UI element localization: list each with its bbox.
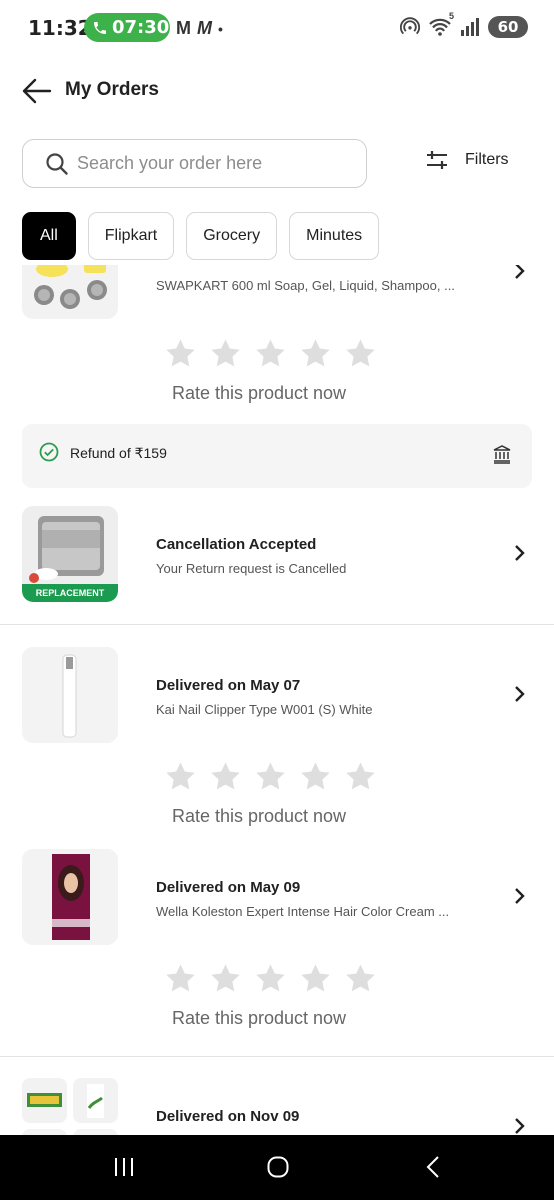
battery-level: 60 <box>497 18 519 36</box>
section-divider <box>0 1056 554 1057</box>
tab-minutes[interactable]: Minutes <box>289 212 380 260</box>
system-icons: 5 60 <box>400 11 528 38</box>
star-icon[interactable] <box>209 760 242 793</box>
star-rating[interactable] <box>164 337 377 370</box>
page-title: My Orders <box>65 79 159 100</box>
wifi-icon: 5 <box>428 11 454 37</box>
star-icon[interactable] <box>209 962 242 995</box>
chevron-right-icon[interactable] <box>512 544 526 562</box>
chevron-right-icon[interactable] <box>512 887 526 905</box>
product-thumbnail: REPLACEMENT <box>22 506 118 602</box>
app-header: My Orders <box>0 66 554 116</box>
order-card[interactable]: Delivered on May 09 Wella Koleston Exper… <box>0 849 554 1034</box>
product-name: SWAPKART 600 ml Soap, Gel, Liquid, Shamp… <box>156 278 455 293</box>
star-rating[interactable] <box>164 760 377 793</box>
order-card[interactable]: Delivered on Nov 09 <box>0 1078 554 1135</box>
status-bar: 11:32 07:30 M M • 5 60 <box>0 0 554 56</box>
tab-all[interactable]: All <box>22 212 76 260</box>
star-icon[interactable] <box>254 760 287 793</box>
rate-product-label[interactable]: Rate this product now <box>0 383 518 404</box>
star-icon[interactable] <box>344 962 377 995</box>
star-icon[interactable] <box>299 337 332 370</box>
star-icon[interactable] <box>254 337 287 370</box>
search-icon <box>46 152 68 175</box>
tab-flipkart[interactable]: Flipkart <box>87 212 175 260</box>
ongoing-call-pill[interactable]: 07:30 <box>84 13 170 42</box>
star-icon[interactable] <box>164 962 197 995</box>
refund-amount: Refund of ₹159 <box>70 445 167 461</box>
recent-apps-icon[interactable] <box>112 1155 136 1179</box>
search-input[interactable] <box>77 153 347 174</box>
chevron-right-icon[interactable] <box>512 265 526 280</box>
order-card[interactable]: SWAPKART 600 ml Soap, Gel, Liquid, Shamp… <box>0 265 554 489</box>
signal-icon <box>461 18 479 36</box>
notification-icons: M M • <box>176 18 223 39</box>
star-icon[interactable] <box>164 760 197 793</box>
star-icon[interactable] <box>254 962 287 995</box>
replacement-badge: REPLACEMENT <box>22 584 118 602</box>
star-rating[interactable] <box>164 962 377 995</box>
refund-status-box[interactable]: Refund of ₹159 <box>22 424 532 488</box>
star-icon[interactable] <box>344 337 377 370</box>
gmail-icon: M <box>176 18 191 38</box>
filter-sliders-icon <box>427 151 447 169</box>
order-status-title: Delivered on May 09 <box>156 879 301 896</box>
system-navigation-bar <box>0 1135 554 1200</box>
back-arrow-icon[interactable] <box>22 78 52 104</box>
check-circle-icon <box>39 442 59 462</box>
chevron-right-icon[interactable] <box>512 1117 526 1135</box>
order-status-detail: Your Return request is Cancelled <box>156 561 347 576</box>
product-name: Kai Nail Clipper Type W001 (S) White <box>156 702 373 717</box>
rate-product-label[interactable]: Rate this product now <box>0 806 518 827</box>
home-icon[interactable] <box>266 1155 290 1179</box>
product-thumbnail <box>22 849 118 945</box>
star-icon[interactable] <box>299 760 332 793</box>
chevron-right-icon[interactable] <box>512 685 526 703</box>
hotspot-icon <box>400 17 420 35</box>
product-thumbnail <box>22 265 118 319</box>
filters-label: Filters <box>465 151 509 168</box>
tab-grocery[interactable]: Grocery <box>186 212 278 260</box>
product-thumbnail-grid <box>22 1078 118 1135</box>
order-card[interactable]: REPLACEMENT Cancellation Accepted Your R… <box>0 506 554 625</box>
star-icon[interactable] <box>164 337 197 370</box>
order-status-title: Delivered on May 07 <box>156 677 301 694</box>
orders-list: SWAPKART 600 ml Soap, Gel, Liquid, Shamp… <box>0 265 554 1135</box>
order-status-title: Delivered on Nov 09 <box>156 1108 300 1125</box>
star-icon[interactable] <box>344 760 377 793</box>
bank-icon <box>493 445 511 464</box>
order-category-tabs: All Flipkart Grocery Minutes <box>22 212 380 260</box>
star-icon[interactable] <box>299 962 332 995</box>
product-name: Wella Koleston Expert Intense Hair Color… <box>156 904 450 919</box>
search-bar[interactable] <box>22 139 367 188</box>
star-icon[interactable] <box>209 337 242 370</box>
back-nav-icon[interactable] <box>422 1155 446 1179</box>
product-thumbnail <box>22 647 118 743</box>
order-card[interactable]: Delivered on May 07 Kai Nail Clipper Typ… <box>0 647 554 832</box>
order-status-title: Cancellation Accepted <box>156 536 317 553</box>
myntra-icon: M <box>197 18 212 38</box>
section-divider <box>0 624 554 625</box>
more-notifications-dot: • <box>218 20 223 37</box>
rate-product-label[interactable]: Rate this product now <box>0 1008 518 1029</box>
phone-icon <box>94 21 106 34</box>
battery-indicator: 60 <box>488 16 528 38</box>
filters-button[interactable]: Filters <box>425 150 509 170</box>
wifi-band-label: 5 <box>448 11 454 21</box>
status-time: 11:32 <box>28 16 92 40</box>
call-duration: 07:30 <box>112 17 170 38</box>
